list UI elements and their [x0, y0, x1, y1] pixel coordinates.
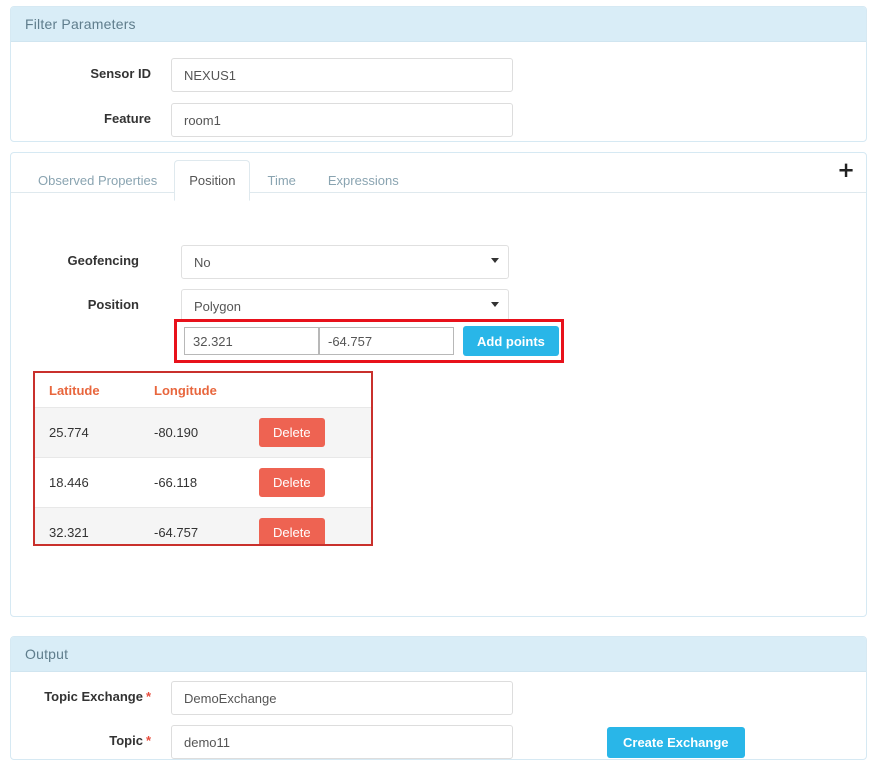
tab-position-label: Position [189, 173, 236, 188]
point-latitude: 18.446 [35, 457, 140, 508]
topic-exchange-label-text: Topic Exchange [44, 689, 143, 704]
delete-point-button[interactable]: Delete [259, 518, 325, 544]
feature-row: Feature [11, 103, 531, 143]
create-exchange-button[interactable]: Create Exchange [607, 727, 745, 758]
topic-exchange-input[interactable] [171, 681, 513, 715]
point-latitude: 32.321 [35, 507, 140, 544]
point-action-cell: Delete [245, 507, 371, 544]
topic-label: Topic * [11, 733, 151, 748]
points-table-header-row: Latitude Longitude [35, 373, 371, 408]
geofencing-row: Geofencing No [11, 245, 531, 279]
plus-icon[interactable]: + [834, 159, 858, 183]
points-table-header-latitude: Latitude [35, 373, 140, 408]
points-table-highlight-box: Latitude Longitude 25.774 -80.190 Delete [33, 371, 373, 546]
geofencing-select-wrap: No [181, 245, 509, 279]
point-action-cell: Delete [245, 407, 371, 458]
position-row: Position Polygon [11, 289, 531, 323]
point-latitude: 25.774 [35, 407, 140, 458]
delete-point-button[interactable]: Delete [259, 418, 325, 447]
position-select[interactable]: Polygon [181, 289, 509, 323]
topic-input[interactable] [171, 725, 513, 759]
latitude-input[interactable] [184, 327, 319, 355]
position-label: Position [87, 297, 139, 312]
feature-label: Feature [104, 111, 151, 126]
tabs-bar: Observed Properties Position Time Expres… [11, 153, 866, 201]
point-longitude: -80.190 [140, 407, 245, 458]
topic-label-text: Topic [109, 733, 143, 748]
required-asterisk: * [145, 733, 151, 748]
required-asterisk: * [145, 689, 151, 704]
topic-exchange-row: Topic Exchange * [11, 681, 531, 721]
position-select-wrap: Polygon [181, 289, 509, 323]
points-table-header-actions [245, 373, 371, 408]
output-heading: Output [11, 637, 866, 672]
filter-parameters-body: Sensor ID Feature [11, 42, 866, 137]
point-action-cell: Delete [245, 457, 371, 508]
tab-expressions-label: Expressions [327, 173, 399, 188]
geofencing-label: Geofencing [67, 253, 139, 268]
table-row: 25.774 -80.190 Delete [35, 407, 371, 458]
add-points-button[interactable]: Add points [463, 326, 559, 356]
points-table: Latitude Longitude 25.774 -80.190 Delete [35, 373, 371, 544]
sensor-id-row: Sensor ID [11, 58, 531, 98]
topic-exchange-label: Topic Exchange * [11, 689, 151, 704]
filter-parameters-heading: Filter Parameters [11, 7, 866, 42]
point-longitude: -64.757 [140, 507, 245, 544]
page-root: Filter Parameters Sensor ID Feature Obse… [0, 0, 877, 760]
longitude-input[interactable] [319, 327, 454, 355]
geofencing-select[interactable]: No [181, 245, 509, 279]
point-longitude: -66.118 [140, 457, 245, 508]
sensor-id-label: Sensor ID [90, 66, 151, 81]
table-row: 18.446 -66.118 Delete [35, 457, 371, 508]
sensor-id-input[interactable] [171, 58, 513, 92]
tab-observed-properties-label: Observed Properties [38, 173, 158, 188]
feature-input[interactable] [171, 103, 513, 137]
filter-tabs-panel: Observed Properties Position Time Expres… [10, 152, 867, 617]
filter-parameters-panel: Filter Parameters Sensor ID Feature [10, 6, 867, 142]
tab-time-label: Time [267, 173, 296, 188]
delete-point-button[interactable]: Delete [259, 468, 325, 497]
add-points-highlight-box: Add points [174, 319, 564, 363]
topic-row: Topic * [11, 725, 531, 760]
table-row: 32.321 -64.757 Delete [35, 507, 371, 544]
points-table-header-longitude: Longitude [140, 373, 245, 408]
